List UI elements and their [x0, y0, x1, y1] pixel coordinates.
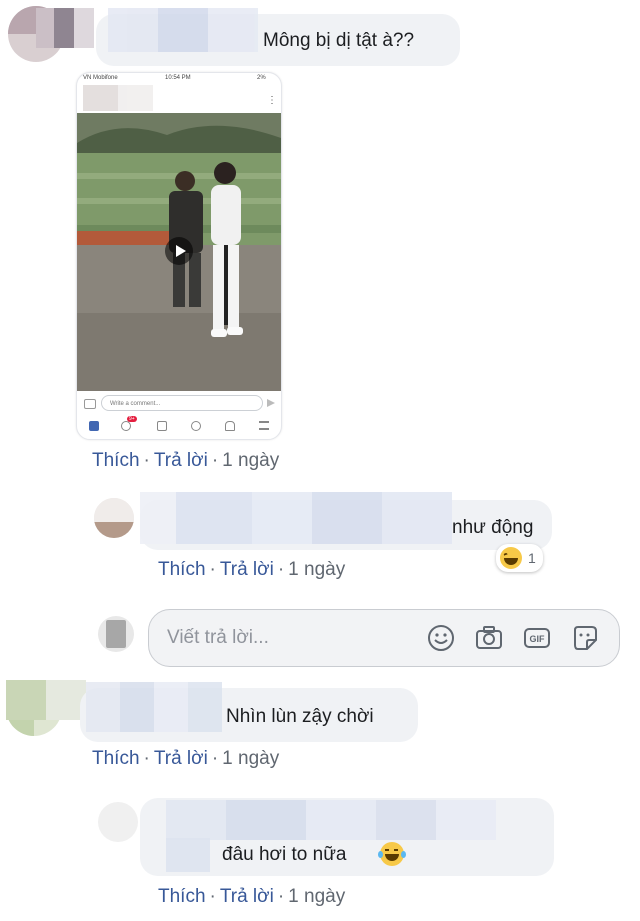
reply-text: đâu hơi to nữa [222, 844, 347, 865]
blurred-reply-text [140, 492, 452, 544]
separator: · [211, 748, 219, 769]
reply-link[interactable]: Trả lời [220, 559, 274, 580]
laugh-emoji-icon [500, 547, 522, 569]
phone-notif-badge: 9+ [127, 416, 137, 422]
phone-camera-icon [84, 399, 96, 409]
reply-avatar[interactable] [98, 802, 138, 842]
reply-text: như động [452, 517, 534, 538]
blurred-name [36, 8, 94, 48]
blurred-username [86, 682, 222, 732]
timestamp[interactable]: 1 ngày [222, 748, 279, 769]
battery-label: 2% [257, 75, 266, 81]
camera-icon[interactable] [475, 624, 503, 652]
phone-marketplace-icon [157, 421, 167, 431]
emoji-icon[interactable] [427, 624, 455, 652]
phone-menu-icon [259, 421, 269, 430]
separator: · [143, 748, 150, 769]
video-thumbnail[interactable] [77, 113, 281, 391]
reply-placeholder: Viết trả lời... [167, 627, 269, 648]
phone-status-bar: VN Mobifone 10:54 PM 2% [77, 73, 281, 85]
play-button-icon[interactable] [165, 237, 193, 265]
separator: · [209, 559, 216, 580]
phone-comment-input: Write a comment... [101, 395, 263, 411]
reply-link[interactable]: Trả lời [154, 450, 208, 471]
phone-home-icon [89, 421, 99, 431]
blurred-poster [83, 85, 153, 111]
phone-bell-icon [225, 421, 235, 431]
like-link[interactable]: Thích [92, 450, 140, 471]
current-user-avatar [98, 616, 134, 652]
phone-messenger-icon [121, 421, 131, 431]
reply-actions: Thích · Trả lời · 1 ngày [158, 886, 345, 908]
reaction-summary[interactable]: 1 [496, 544, 543, 572]
attached-screenshot[interactable]: VN Mobifone 10:54 PM 2% ⋮ Write a commen… [76, 72, 282, 440]
gif-icon[interactable]: GIF [523, 624, 551, 652]
phone-comment-placeholder: Write a comment... [110, 401, 161, 407]
separator: · [211, 450, 219, 471]
sticker-icon[interactable] [571, 624, 599, 652]
crying-laughing-emoji-icon [378, 842, 406, 866]
carrier-label: VN Mobifone [83, 75, 118, 81]
clock-label: 10:54 PM [165, 75, 191, 81]
blurred-block [166, 838, 210, 872]
reply-link[interactable]: Trả lời [220, 886, 274, 907]
blurred-username [108, 8, 258, 52]
timestamp[interactable]: 1 ngày [288, 559, 345, 580]
comment-actions: Thích · Trả lời · 1 ngày [92, 748, 279, 770]
comment-text: Mông bị dị tật à?? [263, 30, 415, 51]
blurred-name [6, 680, 86, 720]
comment-text: Nhìn lùn zậy chời [226, 706, 374, 727]
like-link[interactable]: Thích [92, 748, 140, 769]
blurred-reply-name [166, 800, 496, 840]
timestamp[interactable]: 1 ngày [288, 886, 345, 907]
separator: · [143, 450, 150, 471]
phone-groups-icon [191, 421, 201, 431]
phone-send-icon [267, 399, 275, 407]
separator: · [277, 559, 285, 580]
like-link[interactable]: Thích [158, 559, 206, 580]
separator: · [209, 886, 216, 907]
reply-avatar[interactable] [94, 498, 134, 538]
phone-bottom-nav: 9+ [77, 416, 281, 437]
reply-link[interactable]: Trả lời [154, 748, 208, 769]
comment-actions: Thích · Trả lời · 1 ngày [92, 450, 279, 472]
reaction-count: 1 [528, 550, 536, 566]
like-link[interactable]: Thích [158, 886, 206, 907]
more-options-icon[interactable]: ⋮ [267, 95, 277, 106]
timestamp[interactable]: 1 ngày [222, 450, 279, 471]
separator: · [277, 886, 285, 907]
reply-input[interactable]: Viết trả lời... GIF [148, 609, 620, 667]
svg-text:GIF: GIF [530, 634, 546, 644]
reply-actions: Thích · Trả lời · 1 ngày [158, 559, 345, 581]
